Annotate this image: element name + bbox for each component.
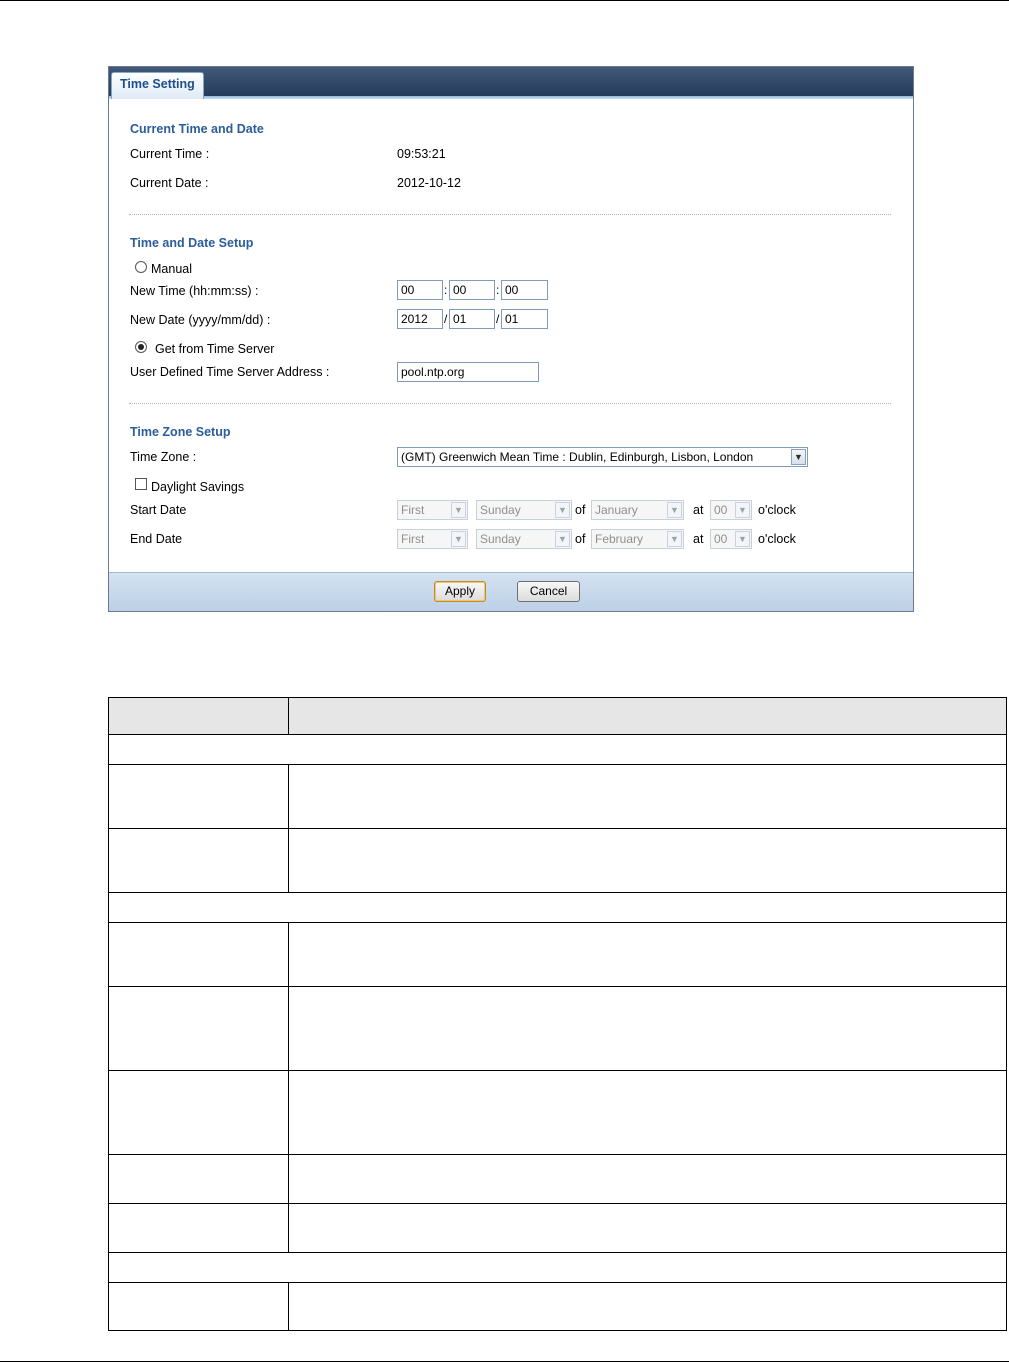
new-date-label: New Date (yyyy/mm/dd) :	[130, 313, 271, 327]
table-cell	[108, 764, 289, 829]
daylight-savings-label: Daylight Savings	[151, 480, 245, 494]
end-week-value: First	[401, 532, 425, 546]
table-section-row	[108, 1252, 1007, 1283]
server-address-label: User Defined Time Server Address :	[130, 365, 330, 379]
start-day-value: Sunday	[480, 503, 521, 517]
manual-radio[interactable]	[135, 261, 147, 273]
time-date-setup-heading: Time and Date Setup	[130, 236, 254, 250]
at-text: at	[693, 503, 704, 517]
new-time-label: New Time (hh:mm:ss) :	[130, 284, 259, 298]
end-month-select[interactable]: February ▼	[591, 529, 684, 549]
chevron-down-icon: ▼	[555, 502, 570, 518]
tab-time-setting[interactable]: Time Setting	[111, 72, 204, 99]
current-time-label: Current Time :	[130, 147, 210, 161]
table-cell	[108, 828, 289, 893]
start-hour-select[interactable]: 00 ▼	[710, 500, 752, 520]
table-cell	[108, 986, 289, 1071]
month-input[interactable]	[449, 309, 495, 329]
table-section-row	[108, 734, 1007, 765]
tab-bar	[109, 67, 913, 99]
of-text: of	[575, 503, 586, 517]
end-hour-select[interactable]: 00 ▼	[710, 529, 752, 549]
table-cell	[288, 986, 1007, 1071]
daylight-savings-checkbox[interactable]	[135, 478, 147, 490]
table-header-cell	[108, 697, 289, 735]
table-cell	[288, 922, 1007, 987]
chevron-down-icon: ▼	[667, 531, 682, 547]
chevron-down-icon: ▼	[667, 502, 682, 518]
year-input[interactable]	[397, 309, 443, 329]
time-separator: :	[444, 283, 448, 297]
section-divider	[129, 403, 891, 404]
chevron-down-icon: ▼	[555, 531, 570, 547]
minute-input[interactable]	[449, 280, 495, 300]
time-zone-value: (GMT) Greenwich Mean Time : Dublin, Edin…	[401, 450, 754, 464]
current-time-date-heading: Current Time and Date	[130, 122, 264, 136]
start-month-value: January	[595, 503, 638, 517]
chevron-down-icon: ▼	[451, 531, 466, 547]
end-day-select[interactable]: Sunday ▼	[476, 529, 572, 549]
time-separator: :	[496, 283, 500, 297]
end-hour-value: 00	[714, 532, 728, 546]
oclock-text: o'clock	[758, 532, 796, 546]
table-cell	[288, 1070, 1007, 1155]
radio-selected-dot	[138, 344, 144, 350]
cancel-button[interactable]: Cancel	[517, 581, 580, 602]
time-zone-select[interactable]: (GMT) Greenwich Mean Time : Dublin, Edin…	[397, 447, 808, 467]
description-table	[108, 697, 1007, 1331]
chevron-down-icon: ▼	[735, 502, 750, 518]
end-week-select[interactable]: First ▼	[397, 529, 468, 549]
server-address-input[interactable]	[397, 362, 539, 382]
table-cell	[288, 1282, 1007, 1331]
button-bar: Apply Cancel	[109, 572, 913, 611]
chevron-down-icon: ▼	[791, 449, 806, 465]
apply-button[interactable]: Apply	[434, 581, 486, 602]
chevron-down-icon: ▼	[451, 502, 466, 518]
hour-input[interactable]	[397, 280, 443, 300]
table-cell	[108, 1154, 289, 1204]
of-text: of	[575, 532, 586, 546]
time-zone-label: Time Zone :	[130, 450, 197, 464]
table-section-row	[108, 892, 1007, 923]
start-week-value: First	[401, 503, 425, 517]
page-bottom-rule	[0, 1361, 1009, 1362]
time-server-radio[interactable]	[135, 341, 147, 353]
table-cell	[288, 828, 1007, 893]
chevron-down-icon: ▼	[735, 531, 750, 547]
table-header-cell	[288, 697, 1007, 735]
manual-label: Manual	[151, 262, 192, 276]
end-month-value: February	[595, 532, 644, 546]
end-day-value: Sunday	[480, 532, 521, 546]
current-date-label: Current Date :	[130, 176, 209, 190]
start-week-select[interactable]: First ▼	[397, 500, 468, 520]
at-text: at	[693, 532, 704, 546]
table-cell	[288, 1154, 1007, 1204]
time-server-label: Get from Time Server	[155, 342, 275, 356]
date-separator: /	[444, 312, 448, 326]
current-date-value: 2012-10-12	[397, 176, 461, 190]
table-cell	[108, 1070, 289, 1155]
table-cell	[108, 922, 289, 987]
current-time-value: 09:53:21	[397, 147, 446, 161]
start-date-label: Start Date	[130, 503, 187, 517]
section-divider	[129, 214, 891, 215]
table-cell	[108, 1282, 289, 1331]
second-input[interactable]	[501, 280, 548, 300]
day-input[interactable]	[501, 309, 548, 329]
table-cell	[288, 1203, 1007, 1253]
time-setting-panel: Time Setting Current Time and Date Curre…	[108, 66, 914, 612]
date-separator: /	[496, 312, 500, 326]
page-top-rule	[0, 0, 1009, 1]
oclock-text: o'clock	[758, 503, 796, 517]
table-cell	[108, 1203, 289, 1253]
start-day-select[interactable]: Sunday ▼	[476, 500, 572, 520]
start-hour-value: 00	[714, 503, 728, 517]
end-date-label: End Date	[130, 532, 183, 546]
table-cell	[288, 764, 1007, 829]
start-month-select[interactable]: January ▼	[591, 500, 684, 520]
time-zone-setup-heading: Time Zone Setup	[130, 425, 231, 439]
